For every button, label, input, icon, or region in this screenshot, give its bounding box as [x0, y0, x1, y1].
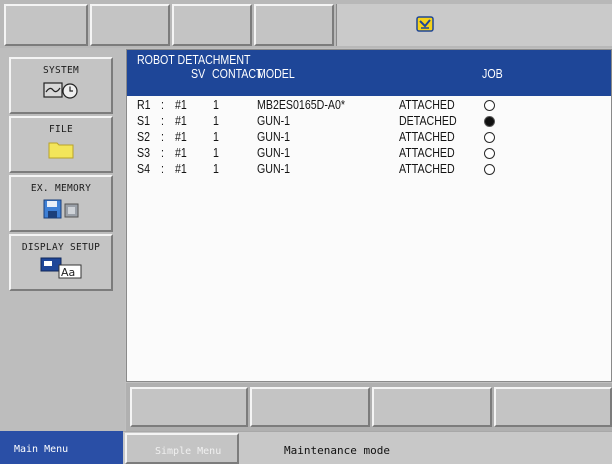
- system-monitor-clock-icon: [43, 82, 78, 99]
- floppy-memory-icon: [43, 199, 79, 219]
- top-toolbar: [0, 0, 612, 48]
- separator-cell: :: [161, 146, 164, 160]
- model-cell: GUN-1: [257, 114, 291, 128]
- function-key-bar: [126, 383, 612, 431]
- sidebar-item-label: SYSTEM: [42, 65, 80, 76]
- sidebar-item-file[interactable]: FILE: [9, 116, 113, 173]
- model-cell: MB2ES0165D-A0*: [257, 98, 346, 112]
- robot-cell: S1: [137, 114, 151, 128]
- sv-cell: #1: [175, 114, 187, 128]
- function-key-4[interactable]: [494, 387, 612, 427]
- status-area: [336, 4, 612, 46]
- display-font-icon: Aa: [40, 257, 82, 279]
- sidebar-item-label: DISPLAY SETUP: [21, 242, 101, 253]
- table-row[interactable]: S1 : #1 1 GUN-1 DETACHED: [127, 114, 611, 129]
- status-cell: ATTACHED: [399, 130, 455, 144]
- status-cell: ATTACHED: [399, 98, 455, 112]
- sidebar-item-display-setup[interactable]: DISPLAY SETUP Aa: [9, 234, 113, 291]
- function-key-1[interactable]: [130, 387, 248, 427]
- column-header-contact: CONTACT: [212, 67, 263, 81]
- mode-status-text: Maintenance mode: [284, 444, 390, 457]
- table-row[interactable]: R1 : #1 1 MB2ES0165D-A0* ATTACHED: [127, 98, 611, 113]
- contact-cell: 1: [213, 146, 219, 160]
- sv-cell: #1: [175, 98, 187, 112]
- column-header-sv: SV: [191, 67, 206, 81]
- robot-cell: S2: [137, 130, 151, 144]
- page-title: ROBOT DETACHMENT: [137, 53, 251, 67]
- sv-cell: #1: [175, 162, 187, 176]
- main-display: ROBOT DETACHMENT SV CONTACT MODEL JOB R1…: [126, 49, 612, 382]
- model-cell: GUN-1: [257, 130, 291, 144]
- sidebar-item-system[interactable]: SYSTEM: [9, 57, 113, 114]
- robot-group-icon: [416, 16, 434, 32]
- column-header-job: JOB: [482, 67, 503, 81]
- sv-cell: #1: [175, 130, 187, 144]
- column-header-model: MODEL: [257, 67, 295, 81]
- sidebar: SYSTEM FILE EX. MEMORY DISPLAY SETUP Aa: [0, 48, 125, 431]
- job-radio[interactable]: [484, 148, 495, 159]
- toolbar-button-3[interactable]: [172, 4, 252, 46]
- job-radio[interactable]: [484, 164, 495, 175]
- sidebar-item-label: FILE: [48, 124, 74, 135]
- status-cell: DETACHED: [399, 114, 457, 128]
- model-cell: GUN-1: [257, 146, 291, 160]
- separator-cell: :: [161, 130, 164, 144]
- sidebar-item-ex-memory[interactable]: EX. MEMORY: [9, 175, 113, 232]
- status-cell: ATTACHED: [399, 146, 455, 160]
- contact-cell: 1: [213, 114, 219, 128]
- separator-cell: :: [161, 162, 164, 176]
- separator-cell: :: [161, 114, 164, 128]
- sidebar-item-label: EX. MEMORY: [30, 183, 92, 194]
- sv-cell: #1: [175, 146, 187, 160]
- main-menu-button[interactable]: Main Menu: [0, 431, 123, 464]
- separator-cell: :: [161, 98, 164, 112]
- status-cell: ATTACHED: [399, 162, 455, 176]
- contact-cell: 1: [213, 98, 219, 112]
- job-radio-selected[interactable]: [484, 116, 495, 127]
- toolbar-button-2[interactable]: [90, 4, 170, 46]
- function-key-3[interactable]: [372, 387, 492, 427]
- table-header: ROBOT DETACHMENT SV CONTACT MODEL JOB: [127, 50, 611, 96]
- toolbar-button-1[interactable]: [4, 4, 88, 46]
- svg-text:Aa: Aa: [61, 266, 75, 279]
- robot-cell: S4: [137, 162, 151, 176]
- job-radio[interactable]: [484, 100, 495, 111]
- job-radio[interactable]: [484, 132, 495, 143]
- contact-cell: 1: [213, 162, 219, 176]
- toolbar-button-4[interactable]: [254, 4, 334, 46]
- folder-icon: [48, 142, 74, 159]
- robot-cell: S3: [137, 146, 151, 160]
- model-cell: GUN-1: [257, 162, 291, 176]
- table-row[interactable]: S3 : #1 1 GUN-1 ATTACHED: [127, 146, 611, 161]
- simple-menu-button[interactable]: Simple Menu: [125, 433, 239, 464]
- robot-cell: R1: [137, 98, 151, 112]
- function-key-2[interactable]: [250, 387, 370, 427]
- table-row[interactable]: S4 : #1 1 GUN-1 ATTACHED: [127, 162, 611, 177]
- table-row[interactable]: S2 : #1 1 GUN-1 ATTACHED: [127, 130, 611, 145]
- contact-cell: 1: [213, 130, 219, 144]
